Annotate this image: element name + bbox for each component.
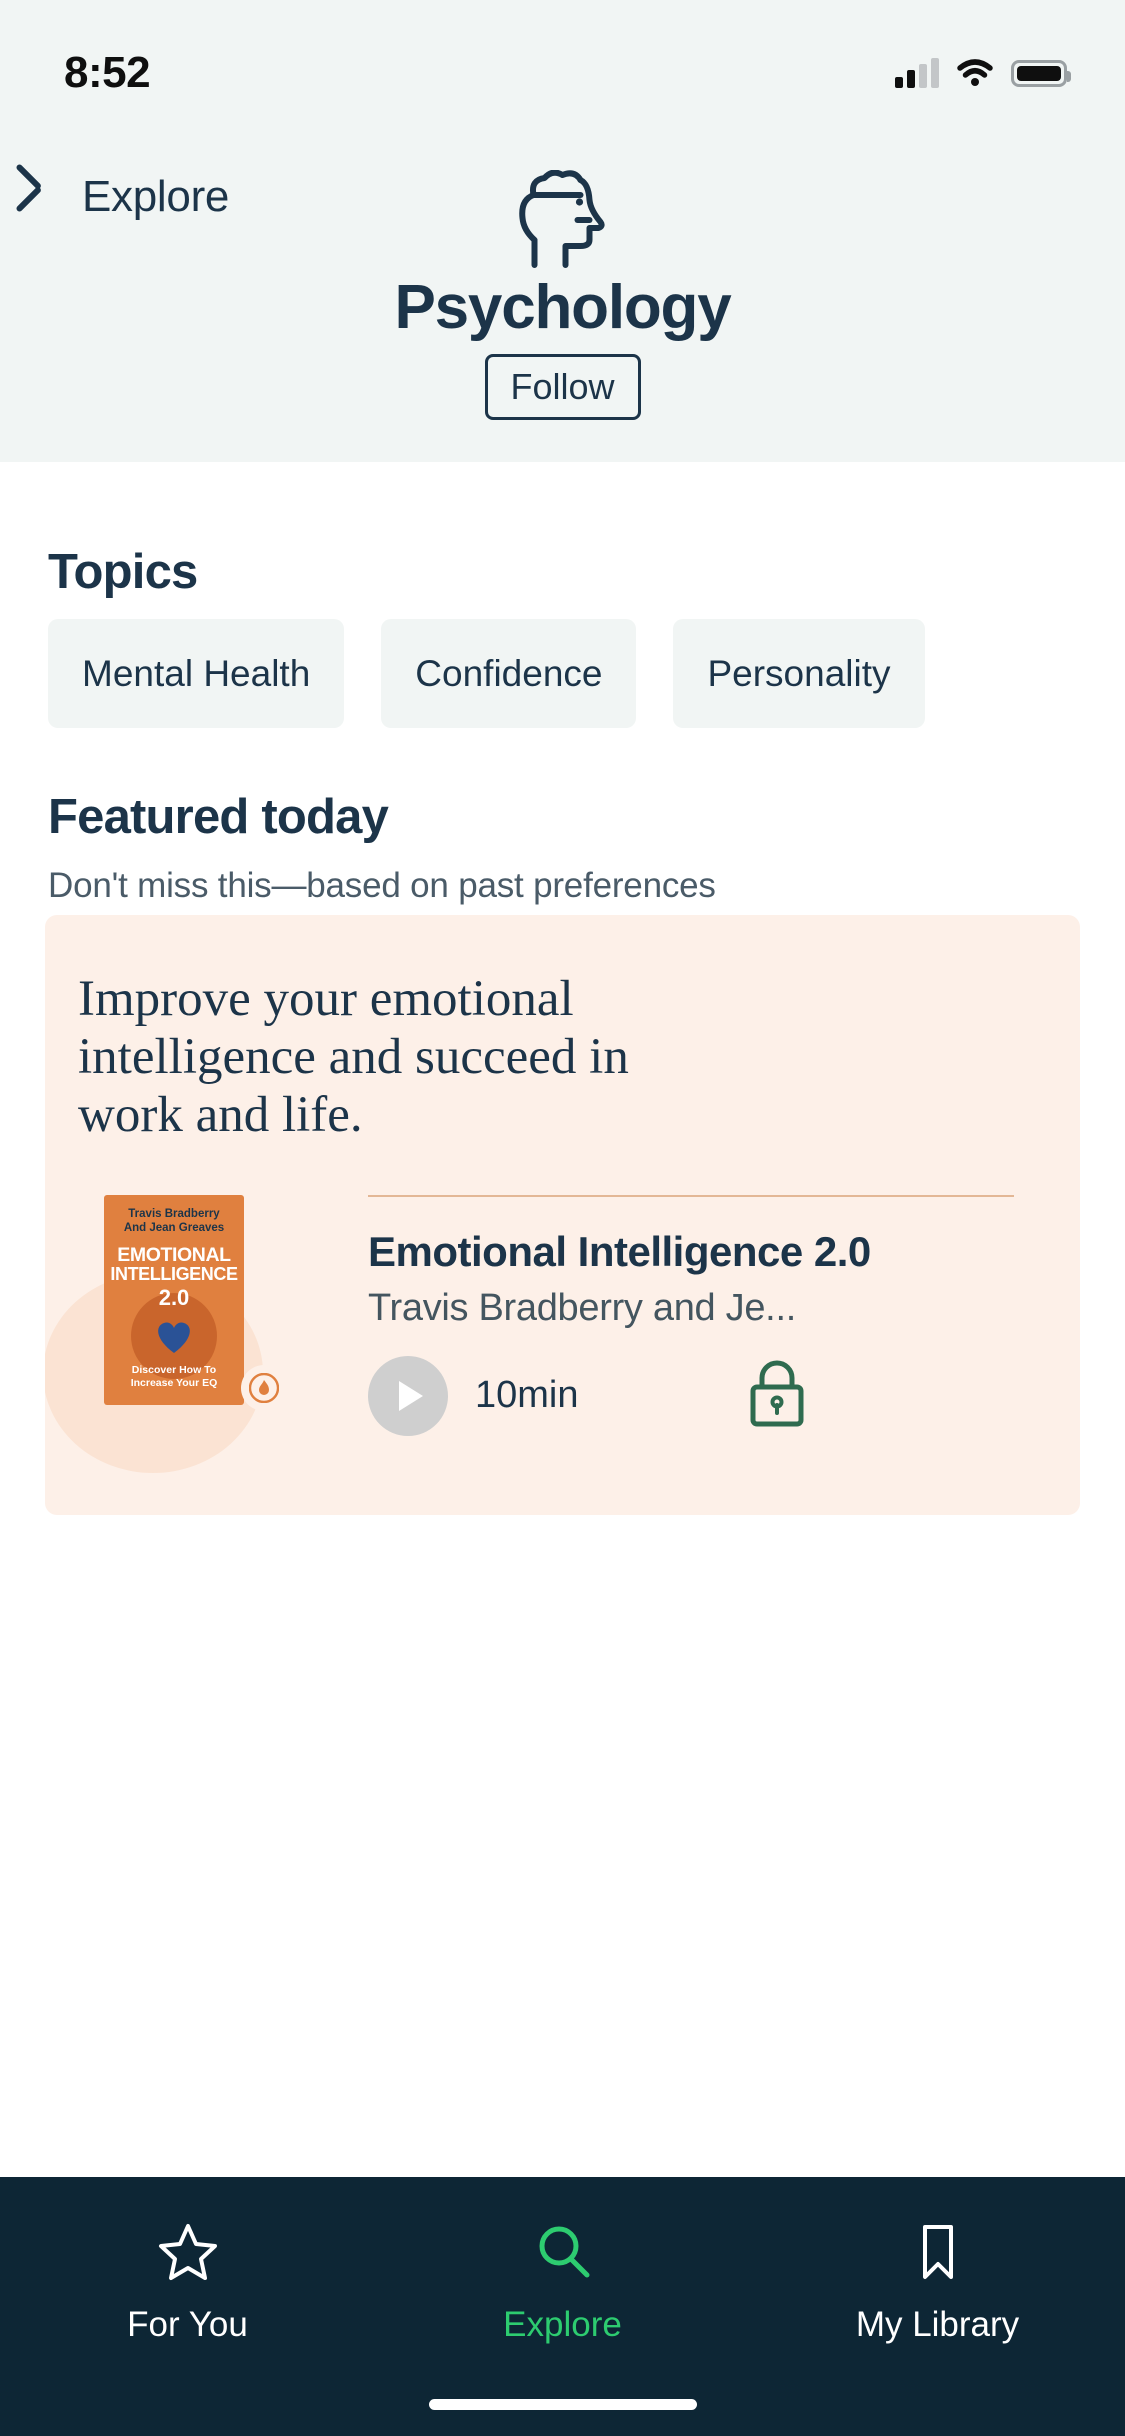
search-icon <box>532 2222 594 2287</box>
wifi-icon <box>956 59 994 87</box>
cover-footer-line-2: Increase Your EQ <box>130 1377 218 1390</box>
tab-explore[interactable]: Explore <box>375 2177 750 2367</box>
tab-my-library[interactable]: My Library <box>750 2177 1125 2367</box>
status-bar: 8:52 <box>0 0 1125 132</box>
book-duration: 10min <box>475 1374 579 1417</box>
cover-version: 2.0 <box>158 1285 190 1311</box>
follow-button[interactable]: Follow <box>484 354 641 420</box>
head-profile-icon <box>510 169 615 275</box>
home-indicator <box>428 2399 697 2410</box>
cover-footer-line-1: Discover How To <box>131 1363 217 1376</box>
back-button-label: Explore <box>82 172 230 221</box>
book-cover-art: Travis Bradberry And Jean Greaves EMOTIO… <box>104 1195 244 1405</box>
chevron-left-icon <box>36 173 66 221</box>
page-title: Psychology <box>394 273 732 342</box>
play-button[interactable] <box>368 1355 448 1436</box>
bookmark-icon <box>907 2222 969 2287</box>
back-button[interactable]: Explore <box>22 162 243 232</box>
book-meta-row: 10min <box>368 1355 1068 1436</box>
status-indicators <box>895 58 1071 88</box>
blinkist-flame-icon <box>241 1365 287 1411</box>
cellular-signal-icon <box>895 58 939 88</box>
featured-section-title: Featured today <box>48 790 389 844</box>
divider <box>368 1195 1014 1197</box>
featured-section-subtitle: Don't miss this—based on past preference… <box>48 866 716 905</box>
book-details: Emotional Intelligence 2.0 Travis Bradbe… <box>368 1195 1068 1436</box>
book-author: Travis Bradberry and Je... <box>368 1286 796 1329</box>
topics-chip-list[interactable]: Mental Health Confidence Personality <box>48 619 925 728</box>
topic-chip-personality[interactable]: Personality <box>673 619 925 728</box>
topics-section-title: Topics <box>48 545 198 599</box>
cover-author-line-2: And Jean Greaves <box>123 1222 225 1235</box>
featured-card[interactable]: Improve your emotional intelligence and … <box>45 915 1080 1515</box>
lock-icon <box>746 1359 808 1432</box>
tab-for-you[interactable]: For You <box>0 2177 375 2367</box>
featured-headline: Improve your emotional intelligence and … <box>78 971 629 1144</box>
bottom-tab-bar: For You Explore My Library <box>0 2177 1125 2436</box>
book-title: Emotional Intelligence 2.0 <box>368 1228 871 1275</box>
battery-icon <box>1011 59 1071 87</box>
book-cover[interactable]: Travis Bradberry And Jean Greaves EMOTIO… <box>45 1195 287 1473</box>
topic-chip-mental-health[interactable]: Mental Health <box>48 619 345 728</box>
tab-label-my-library: My Library <box>855 2304 1020 2344</box>
cover-title-line-1: EMOTIONAL <box>117 1243 231 1266</box>
heart-icon <box>153 1317 195 1355</box>
category-header: Explore Psychology Follow <box>0 132 1125 462</box>
star-icon <box>157 2222 219 2287</box>
cover-title-line-2: INTELLIGENCE <box>110 1264 238 1285</box>
status-time: 8:52 <box>64 48 151 97</box>
tab-label-for-you: For You <box>127 2304 248 2344</box>
play-icon <box>399 1380 423 1411</box>
topic-chip-confidence[interactable]: Confidence <box>381 619 637 728</box>
tab-label-explore: Explore <box>503 2304 622 2344</box>
cover-author-line-1: Travis Bradberry <box>128 1208 220 1220</box>
